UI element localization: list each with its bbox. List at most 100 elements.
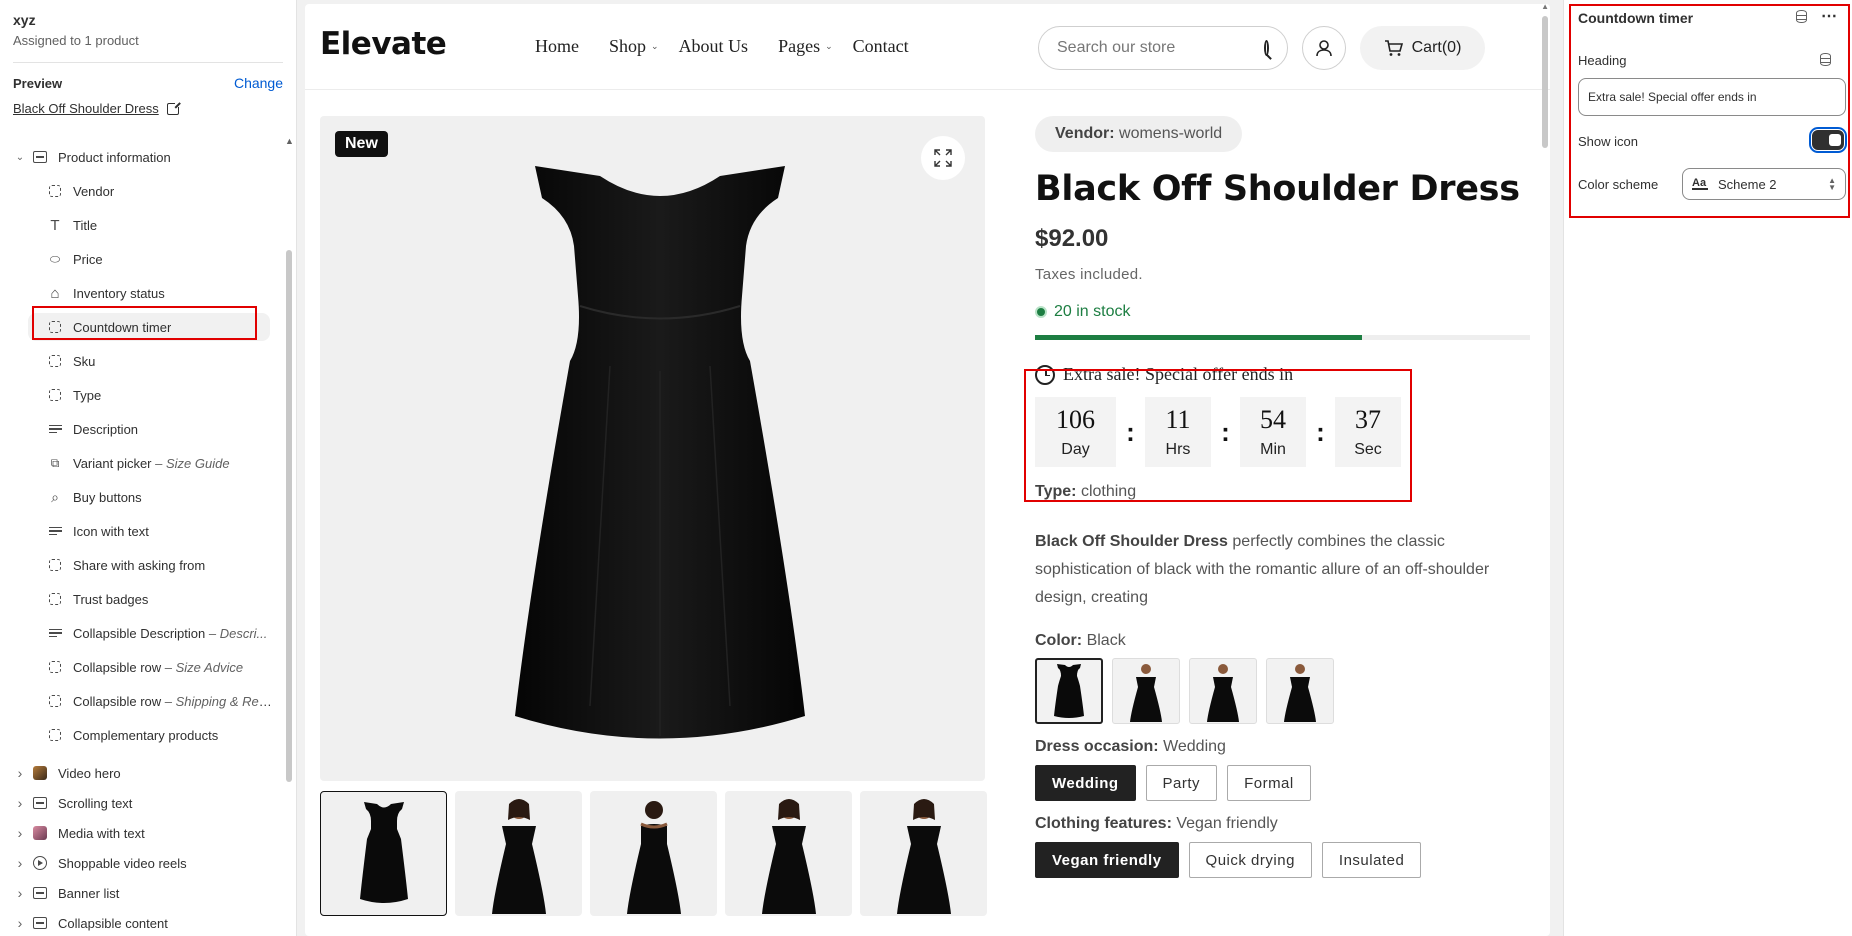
sidebar-section-item[interactable]: › Video hero [0, 758, 286, 788]
color-swatch[interactable] [1189, 658, 1257, 724]
cart-button[interactable]: Cart(0) [1360, 26, 1485, 70]
sidebar-block-item[interactable]: Trust badges [0, 582, 286, 616]
sidebar-block-item[interactable]: ⬭ Price [0, 242, 286, 276]
sidebar-block-item[interactable]: Description [0, 412, 286, 446]
expand-icon[interactable] [933, 148, 953, 168]
search-icon[interactable] [1264, 40, 1269, 56]
chevron-right-icon[interactable]: › [14, 765, 26, 781]
section-icon [33, 150, 47, 164]
sidebar-block-item[interactable]: ⧉ Variant picker – Size Guide [0, 446, 286, 480]
zoom-button[interactable] [921, 136, 965, 180]
color-scheme-select[interactable]: Aa Scheme 2 ▲ ▼ [1682, 168, 1846, 200]
block-icon [48, 320, 62, 334]
sidebar-block-item[interactable]: Collapsible Description – Descri... [0, 616, 286, 650]
color-swatch[interactable] [1035, 658, 1103, 724]
sidebar-block-item[interactable]: ⌕ Buy buttons [0, 480, 286, 514]
sidebar-section-item[interactable]: › Shoppable video reels [0, 848, 286, 878]
sidebar-block-item[interactable]: Type [0, 378, 286, 412]
cart-button-icon: ⌕ [51, 488, 59, 505]
scroll-up-icon[interactable]: ▲ [1541, 4, 1549, 11]
color-swatch[interactable] [1112, 658, 1180, 724]
store-header: Elevate Home Shop ⌄ About Us Pages ⌄ Conta… [305, 4, 1550, 148]
section-label: Banner list [58, 885, 120, 901]
select-arrows-icon: ▲ ▼ [1828, 176, 1836, 192]
preview-product-name[interactable]: Black Off Shoulder Dress [13, 101, 159, 116]
sidebar-block-item[interactable]: Collapsible row – Size Advice [0, 650, 286, 684]
chevron-right-icon[interactable]: › [14, 915, 26, 931]
sidebar-block-item[interactable]: Complementary products [0, 718, 286, 752]
sidebar-block-item[interactable]: Share with asking from [0, 548, 286, 582]
nav-pages[interactable]: Pages ⌄ [778, 36, 833, 57]
countdown-separator: : [1126, 416, 1135, 447]
nav-home[interactable]: Home [535, 36, 579, 57]
section-icon [33, 886, 47, 900]
section-label: Collapsible content [58, 915, 168, 931]
sidebar-block-item[interactable]: Vendor [0, 174, 286, 208]
chevron-down-icon[interactable]: ⌄ [14, 152, 26, 163]
sidebar-block-item[interactable]: Sku [0, 344, 286, 378]
new-badge: New [335, 131, 388, 157]
chevron-right-icon[interactable]: › [14, 825, 26, 841]
chevron-right-icon[interactable]: › [14, 795, 26, 811]
sidebar-scrollbar[interactable] [286, 250, 292, 782]
search-input[interactable] [1057, 39, 1264, 57]
thumbnail-4[interactable] [725, 791, 852, 916]
block-icon [48, 694, 62, 708]
chevron-right-icon[interactable]: › [14, 855, 26, 871]
preview-scrollbar[interactable] [1542, 16, 1548, 148]
play-icon [33, 856, 47, 870]
thumbnail-1[interactable] [320, 791, 447, 916]
scroll-up-icon[interactable]: ▲ [285, 136, 294, 146]
option-pill[interactable]: Vegan friendly [1035, 842, 1179, 878]
thumbnail-5[interactable] [860, 791, 987, 916]
option-pill[interactable]: Quick drying [1188, 842, 1312, 878]
sidebar-block-item[interactable]: Collapsible row – Shipping & Ret... [0, 684, 286, 718]
stock-bar [1035, 335, 1530, 340]
countdown-heading: Extra sale! Special offer ends in [1035, 364, 1530, 385]
store-logo[interactable]: Elevate [320, 26, 447, 62]
countdown-hours: 11 Hrs [1145, 397, 1211, 467]
sidebar-block-item[interactable]: Countdown timer [0, 310, 286, 344]
product-gallery[interactable]: New [320, 116, 985, 781]
account-button[interactable] [1302, 26, 1346, 70]
thumbnail-3[interactable] [590, 791, 717, 916]
thumbnail-image [359, 801, 408, 903]
preview-product-link[interactable]: Black Off Shoulder Dress [13, 100, 283, 116]
sidebar-block-item[interactable]: Icon with text [0, 514, 286, 548]
chevron-right-icon[interactable]: › [14, 885, 26, 901]
external-link-icon[interactable] [166, 100, 181, 115]
color-swatch[interactable] [1266, 658, 1334, 724]
nav-contact[interactable]: Contact [853, 36, 909, 57]
option-pill[interactable]: Wedding [1035, 765, 1136, 801]
vendor-badge[interactable]: Vendor: womens-world [1035, 116, 1243, 152]
sidebar-block-item[interactable]: ⌂ Inventory status [0, 276, 286, 310]
chevron-down-icon: ⌄ [825, 41, 833, 51]
heading-label: Heading [1578, 53, 1627, 68]
option-pill[interactable]: Insulated [1321, 842, 1422, 878]
option-pill[interactable]: Party [1145, 765, 1218, 801]
user-icon[interactable] [1314, 38, 1334, 58]
color-scheme-value[interactable]: Scheme 2 [1718, 177, 1777, 192]
more-options-icon[interactable]: ⋯ [1821, 6, 1838, 26]
countdown-units: 106 Day : 11 Hrs : 54 Min : 37 Sec [1035, 397, 1530, 467]
heading-input[interactable]: Extra sale! Special offer ends in [1578, 78, 1846, 116]
nav-about[interactable]: About Us [679, 36, 749, 57]
database-icon[interactable] [1820, 53, 1831, 71]
sidebar-section-item[interactable]: › Banner list [0, 878, 286, 908]
sidebar-block-item[interactable]: T Title [0, 208, 286, 242]
show-icon-toggle[interactable] [1809, 127, 1847, 153]
price-tag-icon: ⬭ [49, 251, 61, 266]
thumbnail-2[interactable] [455, 791, 582, 916]
product-image [515, 166, 805, 739]
search-bar[interactable] [1038, 26, 1288, 70]
color-scheme-label: Color scheme [1578, 177, 1659, 192]
section-product-information[interactable]: ⌄ Product information [0, 140, 286, 174]
sidebar-section-item[interactable]: › Media with text [0, 818, 286, 848]
sidebar-section-item[interactable]: › Scrolling text [0, 788, 286, 818]
nav-shop[interactable]: Shop ⌄ [609, 36, 659, 57]
database-icon[interactable] [1796, 10, 1807, 28]
option-pill[interactable]: Formal [1227, 765, 1311, 801]
change-preview-link[interactable]: Change [234, 75, 283, 91]
sidebar-section-item[interactable]: › Collapsible content [0, 908, 286, 936]
cart-label[interactable]: Cart(0) [1412, 39, 1462, 57]
